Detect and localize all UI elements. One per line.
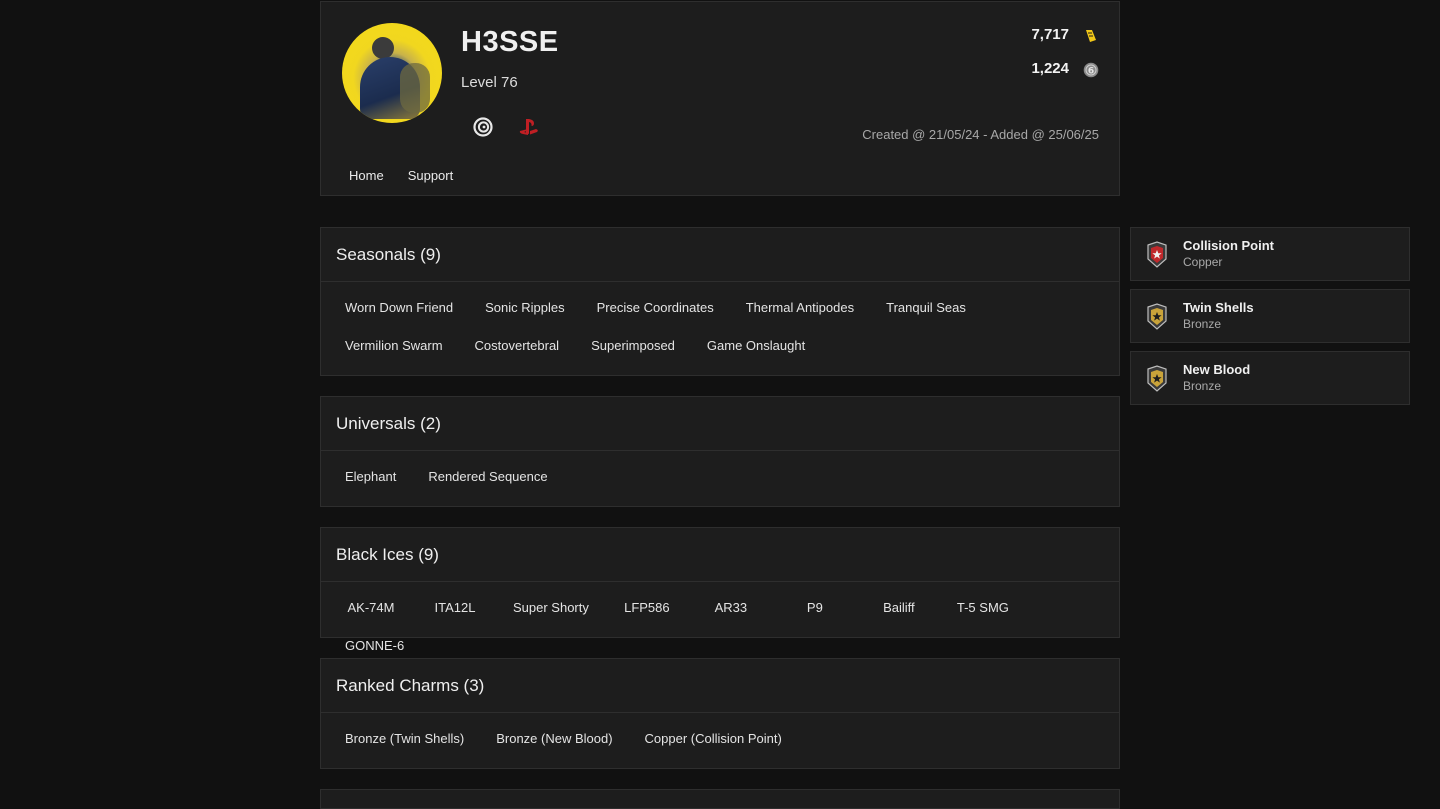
- seasonals-section: Seasonals (9) Worn Down Friend Sonic Rip…: [320, 227, 1120, 376]
- rank-badge-icon: [1146, 241, 1168, 269]
- rank-badge-icon: [1146, 365, 1168, 393]
- svg-text:6: 6: [1088, 67, 1094, 77]
- rank-card[interactable]: New Blood Bronze: [1130, 351, 1410, 405]
- list-item: Copper (Collision Point): [644, 731, 782, 746]
- next-section: [320, 789, 1120, 809]
- renown-count: 7,717: [1031, 26, 1069, 43]
- created-added-dates: Created @ 21/05/24 - Added @ 25/06/25: [862, 127, 1099, 142]
- rank-tier: Bronze: [1183, 379, 1222, 393]
- list-item: Rendered Sequence: [428, 469, 548, 484]
- list-item: AR33: [714, 600, 748, 615]
- list-item: P9: [806, 600, 823, 615]
- ubisoft-icon[interactable]: [472, 116, 494, 138]
- list-item: Superimposed: [591, 338, 675, 353]
- rank-name: Twin Shells: [1183, 300, 1254, 315]
- list-item: Bronze (Twin Shells): [345, 731, 465, 746]
- credits-count: 1,224: [1031, 60, 1069, 77]
- rank-card[interactable]: Twin Shells Bronze: [1130, 289, 1410, 343]
- list-item: Thermal Antipodes: [745, 300, 855, 315]
- section-title: Black Ices (9): [321, 528, 1119, 582]
- renown-icon: [1083, 28, 1099, 44]
- list-item: Worn Down Friend: [345, 300, 454, 315]
- list-item: Tranquil Seas: [886, 300, 966, 315]
- section-title: Ranked Charms (3): [321, 659, 1119, 713]
- list-item: Precise Coordinates: [596, 300, 714, 315]
- list-item: ITA12L: [434, 600, 476, 615]
- section-title: Universals (2): [321, 397, 1119, 451]
- list-item: Bronze (New Blood): [496, 731, 613, 746]
- profile-header: H3SSE Level 76 7,717 1,224 6 Created @ 2…: [320, 1, 1120, 196]
- rank-tier: Copper: [1183, 255, 1223, 269]
- list-item: Elephant: [345, 469, 397, 484]
- player-level: Level 76: [461, 74, 518, 91]
- nav-home[interactable]: Home: [349, 168, 384, 183]
- list-item: AK-74M: [347, 600, 395, 615]
- profile-nav: Home Support: [349, 168, 453, 183]
- username: H3SSE: [461, 26, 559, 58]
- list-item: Game Onslaught: [706, 338, 806, 353]
- black-ices-section: Black Ices (9) AK-74M ITA12L Super Short…: [320, 527, 1120, 653]
- playstation-icon[interactable]: [518, 116, 540, 138]
- credits-icon: 6: [1083, 62, 1099, 78]
- list-item: LFP586: [624, 600, 670, 615]
- list-item: Sonic Ripples: [485, 300, 565, 315]
- avatar: [342, 23, 442, 123]
- list-item: Bailiff: [883, 600, 915, 615]
- rank-tier: Bronze: [1183, 317, 1222, 331]
- ranked-charms-section: Ranked Charms (3) Bronze (Twin Shells) B…: [320, 658, 1120, 769]
- rank-name: New Blood: [1183, 362, 1251, 377]
- list-item: Super Shorty: [513, 600, 589, 615]
- list-item: Costovertebral: [474, 338, 560, 353]
- universals-section: Universals (2) Elephant Rendered Sequenc…: [320, 396, 1120, 507]
- list-item: T-5 SMG: [956, 600, 1009, 615]
- nav-support[interactable]: Support: [408, 168, 454, 183]
- rank-badge-icon: [1146, 303, 1168, 331]
- list-item: Vermilion Swarm: [345, 338, 443, 353]
- rank-name: Collision Point: [1183, 238, 1274, 253]
- rank-card[interactable]: Collision Point Copper: [1130, 227, 1410, 281]
- section-title: Seasonals (9): [321, 228, 1119, 282]
